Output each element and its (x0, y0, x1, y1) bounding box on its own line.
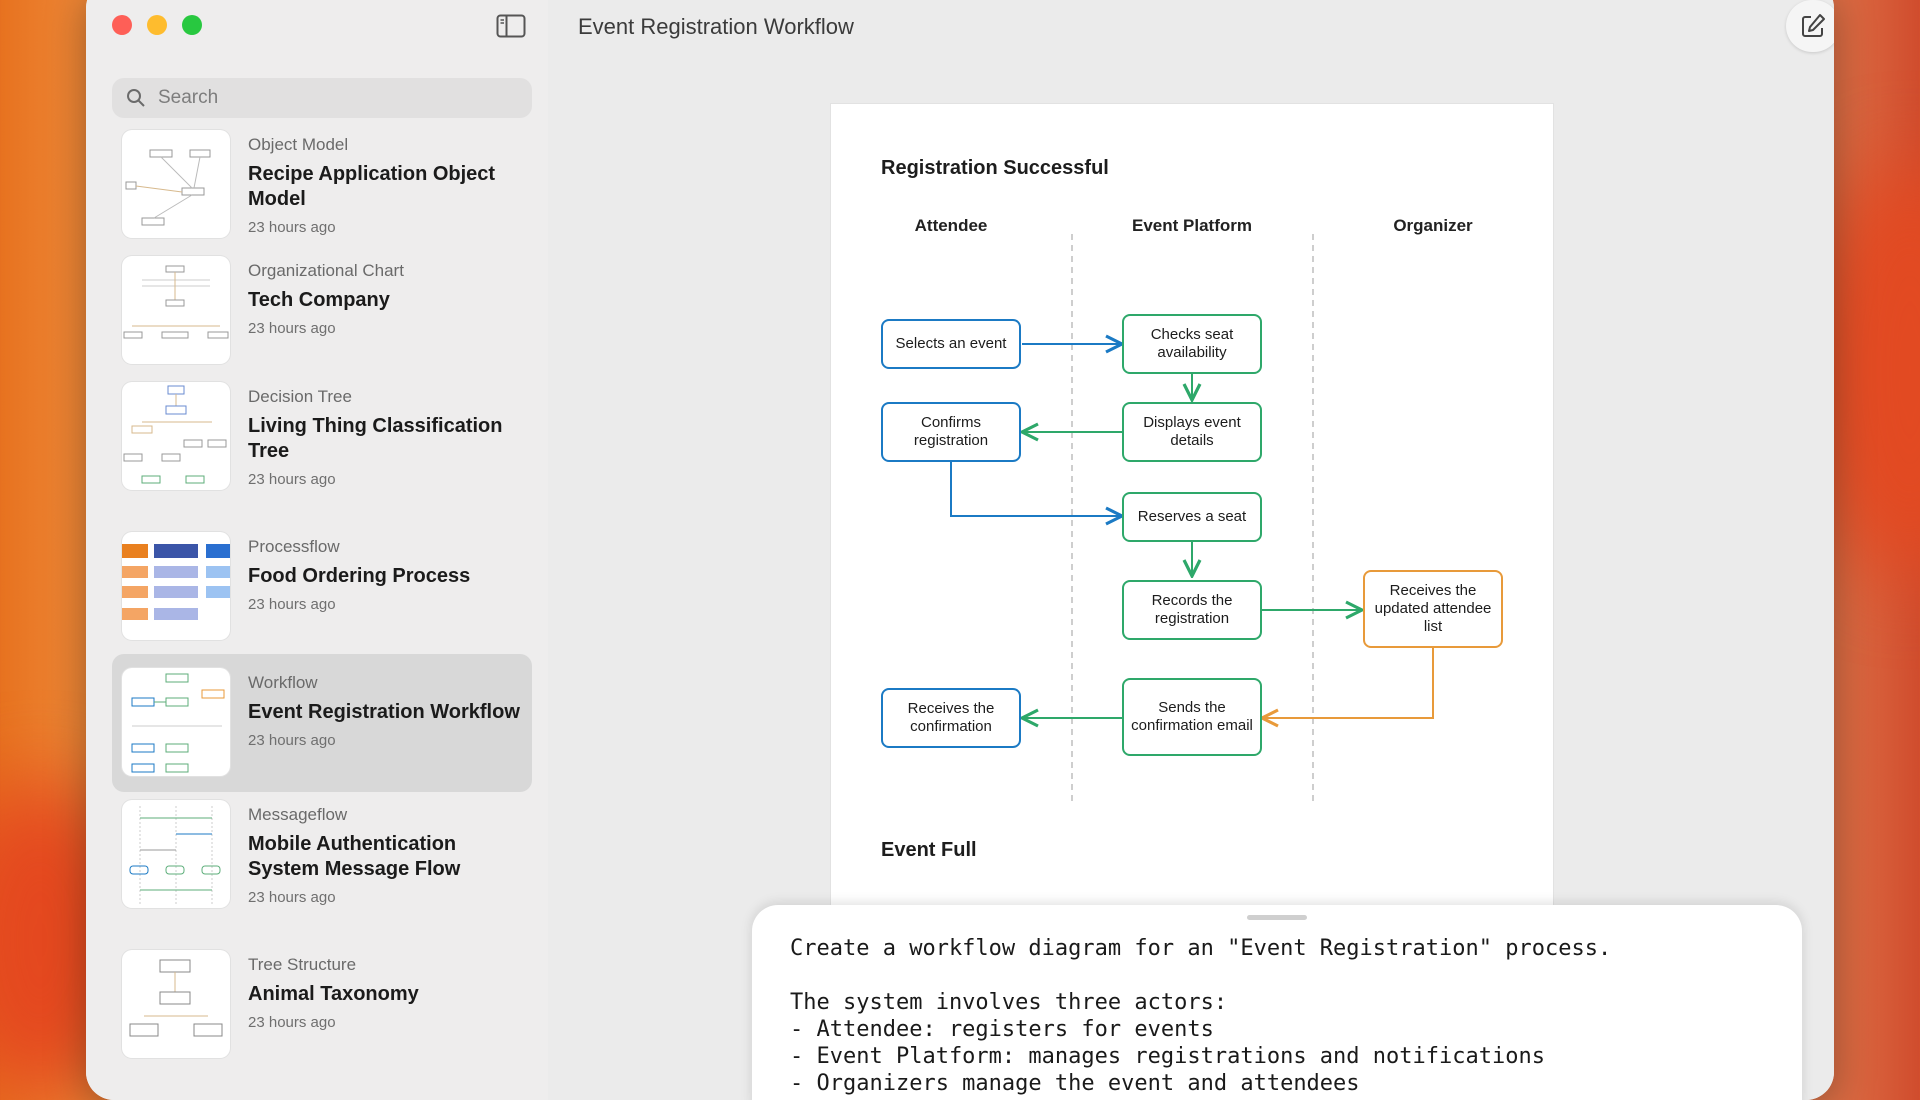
thumbnail-workflow (122, 668, 230, 776)
search-input[interactable] (156, 86, 520, 110)
app-window: Object Model Recipe Application Object M… (86, 0, 1834, 1100)
list-item[interactable]: Organizational Chart Tech Company 23 hou… (112, 252, 532, 378)
diagram-canvas: Registration Successful Attendee Event P… (831, 104, 1553, 924)
sidebar-toggle-button[interactable] (496, 14, 526, 38)
item-category: Object Model (248, 135, 349, 154)
item-timestamp: 23 hours ago (248, 889, 336, 906)
item-title: Event Registration Workflow (248, 701, 520, 723)
prompt-line: Create a workflow diagram for an "Event … (790, 936, 1612, 961)
thumbnail-object-model (122, 130, 230, 238)
minimize-window-button[interactable] (147, 15, 167, 35)
item-timestamp: 23 hours ago (248, 1014, 336, 1031)
item-category: Processflow (248, 537, 340, 556)
item-timestamp: 23 hours ago (248, 219, 336, 236)
node-confirms-registration[interactable]: Confirms registration (881, 402, 1021, 462)
search-field[interactable] (112, 78, 532, 118)
node-records-registration[interactable]: Records the registration (1122, 580, 1262, 640)
drag-handle[interactable] (1247, 915, 1307, 920)
section-title-full: Event Full (881, 839, 977, 861)
item-category: Tree Structure (248, 955, 357, 974)
thumbnail-org-chart (122, 256, 230, 364)
item-category: Decision Tree (248, 387, 352, 406)
list-item[interactable]: Object Model Recipe Application Object M… (112, 126, 532, 252)
item-title: Recipe Application Object Model (248, 163, 496, 210)
node-reserves-seat[interactable]: Reserves a seat (1122, 492, 1262, 542)
thumbnail-decision-tree (122, 382, 230, 490)
node-selects-event[interactable]: Selects an event (881, 319, 1021, 369)
list-item[interactable]: Processflow Food Ordering Process 23 hou… (112, 528, 532, 654)
item-category: Workflow (248, 673, 318, 692)
thumbnail-messageflow (122, 800, 230, 908)
item-title: Animal Taxonomy (248, 983, 419, 1005)
sidebar: Object Model Recipe Application Object M… (86, 0, 549, 1100)
item-timestamp: 23 hours ago (248, 732, 336, 749)
sidebar-toggle-icon (496, 14, 526, 38)
compose-button[interactable] (1786, 0, 1834, 52)
item-category: Messageflow (248, 805, 348, 824)
item-title: Living Thing Classification Tree (248, 415, 503, 462)
node-receives-confirmation[interactable]: Receives the confirmation (881, 688, 1021, 748)
close-window-button[interactable] (112, 15, 132, 35)
prompt-line: The system involves three actors: (790, 990, 1228, 1015)
compose-icon (1802, 14, 1825, 37)
item-timestamp: 23 hours ago (248, 471, 336, 488)
item-title: Food Ordering Process (248, 565, 471, 587)
thumbnail-processflow (122, 532, 230, 640)
prompt-textarea[interactable]: Create a workflow diagram for an "Event … (790, 935, 1772, 1097)
item-title: Tech Company (248, 289, 390, 311)
list-item[interactable]: Tree Structure Animal Taxonomy 23 hours … (112, 946, 532, 1072)
item-title: Mobile Authentication System Message Flo… (248, 833, 461, 880)
search-icon (127, 89, 145, 107)
list-item[interactable]: Decision Tree Living Thing Classificatio… (112, 378, 532, 528)
node-displays-details[interactable]: Displays event details (1122, 402, 1262, 462)
node-checks-availability[interactable]: Checks seat availability (1122, 314, 1262, 374)
list-item-selected[interactable]: Workflow Event Registration Workflow 23 … (112, 654, 532, 792)
item-timestamp: 23 hours ago (248, 320, 336, 337)
item-timestamp: 23 hours ago (248, 596, 336, 613)
item-category: Organizational Chart (248, 261, 404, 280)
prompt-line: - Event Platform: manages registrations … (790, 1044, 1545, 1069)
maximize-window-button[interactable] (182, 15, 202, 35)
thumbnail-tree-structure (122, 950, 230, 1058)
node-sends-confirmation[interactable]: Sends the confirmation email (1122, 678, 1262, 756)
main-content: Event Registration Workflow Registration… (548, 0, 1834, 1100)
prompt-line: - Organizers manage the event and attend… (790, 1071, 1360, 1096)
prompt-panel[interactable]: Create a workflow diagram for an "Event … (752, 905, 1802, 1100)
node-receives-attendee-list[interactable]: Receives the updated attendee list (1363, 570, 1503, 648)
list-item[interactable]: Messageflow Mobile Authentication System… (112, 796, 532, 946)
prompt-line (790, 962, 1772, 989)
prompt-line: - Attendee: registers for events (790, 1017, 1214, 1042)
document-title: Event Registration Workflow (578, 14, 854, 39)
diagram-list: Object Model Recipe Application Object M… (112, 126, 532, 1072)
